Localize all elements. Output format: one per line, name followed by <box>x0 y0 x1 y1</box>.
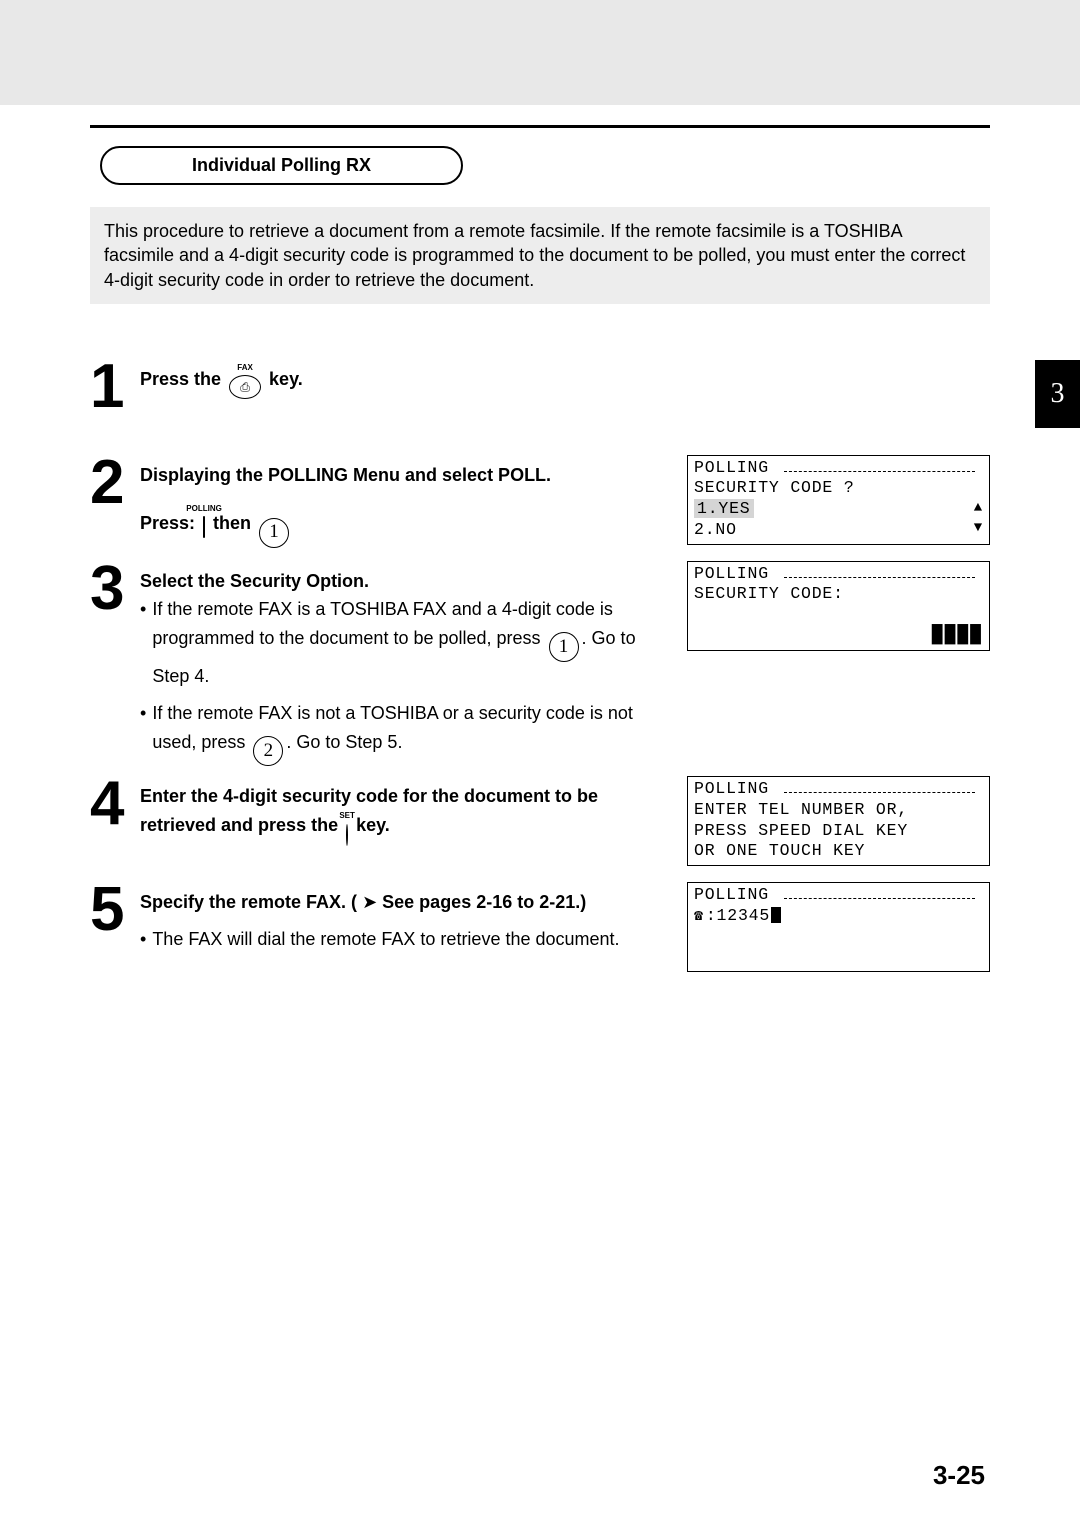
key-1-icon: 1 <box>549 632 579 662</box>
step-4: 4 Enter the 4-digit security code for th… <box>90 776 675 850</box>
step-5-row: 5 Specify the remote FAX. ( ➤ See pages … <box>90 882 990 988</box>
step-5-text-b: See pages 2-16 to 2-21.) <box>377 892 586 912</box>
step-2: 2 Displaying the POLLING Menu and select… <box>90 455 675 548</box>
step-number: 2 <box>90 455 128 511</box>
fax-key-icon: FAX⎙ <box>229 375 261 401</box>
see-arrow-icon: ➤ <box>362 888 377 917</box>
step-number: 3 <box>90 561 128 617</box>
polling-key-icon: POLLING <box>203 513 205 542</box>
down-arrow-icon: ▼ <box>974 520 983 538</box>
step-5-text-a: Specify the remote FAX. ( <box>140 892 362 912</box>
key-1-icon: 1 <box>259 518 289 548</box>
lcd-display-step2: POLLING SECURITY CODE ? 1.YES 2.NO ▲ ▼ <box>687 455 990 545</box>
step-1-text-b: key. <box>264 369 303 389</box>
step-3-row: 3 Select the Security Option. If the rem… <box>90 561 990 777</box>
intro-text: This procedure to retrieve a document fr… <box>90 207 990 304</box>
step-3-bullet-2b: . Go to Step 5. <box>286 732 402 752</box>
lcd-display-step5: POLLING :12345 <box>687 882 990 972</box>
step-number: 4 <box>90 776 128 832</box>
set-key-icon: SET <box>346 821 348 850</box>
step-number: 5 <box>90 882 128 938</box>
step-5: 5 Specify the remote FAX. ( ➤ See pages … <box>90 882 675 954</box>
page-content: Individual Polling RX This procedure to … <box>0 105 1080 988</box>
step-5-note: The FAX will dial the remote FAX to retr… <box>152 925 675 954</box>
then-label: then <box>208 513 256 533</box>
cursor-blocks-icon: ████ <box>932 624 983 647</box>
step-2-title: Displaying the POLLING Menu and select P… <box>140 461 675 490</box>
lcd-display-step4: POLLING ENTER TEL NUMBER OR, PRESS SPEED… <box>687 776 990 866</box>
steps-list: 1 Press the FAX⎙ key. 2 Displaying the P… <box>90 359 990 988</box>
key-2-icon: 2 <box>253 736 283 766</box>
step-3: 3 Select the Security Option. If the rem… <box>90 561 675 767</box>
press-label: Press: <box>140 513 200 533</box>
step-1-text-a: Press the <box>140 369 226 389</box>
up-arrow-icon: ▲ <box>974 500 983 518</box>
step-number: 1 <box>90 359 128 415</box>
lcd-display-step3: POLLING SECURITY CODE: ████ <box>687 561 990 651</box>
phone-icon <box>694 906 706 925</box>
top-gray-band <box>0 0 1080 105</box>
section-title-capsule: Individual Polling RX <box>100 146 463 185</box>
step-4-text-b: key. <box>351 815 390 835</box>
step-3-title: Select the Security Option. <box>140 567 675 596</box>
cursor-icon <box>771 907 781 923</box>
divider-thick <box>90 125 990 128</box>
step-1: 1 Press the FAX⎙ key. <box>90 359 990 415</box>
step-4-row: 4 Enter the 4-digit security code for th… <box>90 776 990 882</box>
step-3-bullet-1a: If the remote FAX is a TOSHIBA FAX and a… <box>152 599 613 648</box>
page-number: 3-25 <box>933 1460 985 1491</box>
step-2-row: 2 Displaying the POLLING Menu and select… <box>90 455 990 561</box>
